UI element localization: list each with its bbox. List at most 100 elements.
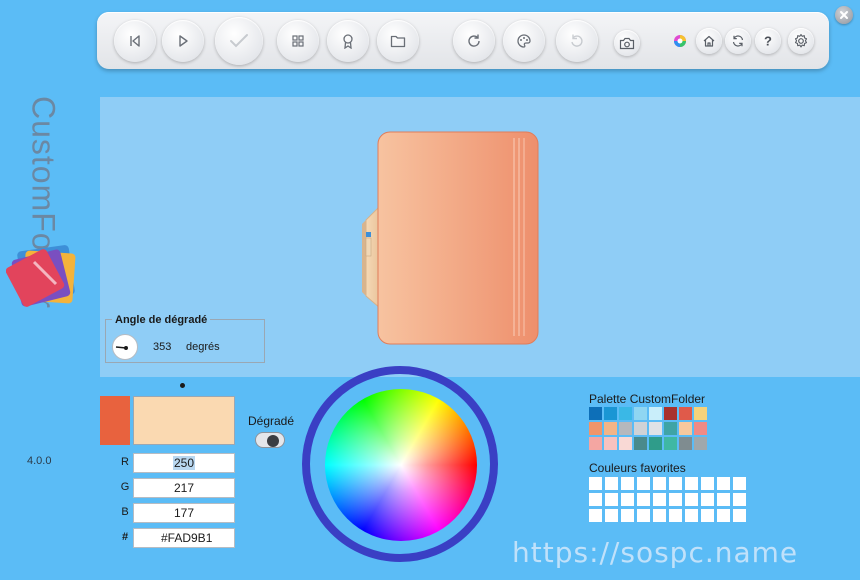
palette-color-cell[interactable] xyxy=(604,407,617,420)
palette-button[interactable] xyxy=(503,20,545,62)
palette-color-cell[interactable] xyxy=(604,437,617,450)
refresh-button[interactable] xyxy=(453,20,495,62)
app-version: 4.0.0 xyxy=(27,455,52,467)
screenshot-button[interactable] xyxy=(614,30,640,56)
palette-color-cell[interactable] xyxy=(694,422,707,435)
favorite-color-cell[interactable] xyxy=(589,509,602,522)
favorite-color-cell[interactable] xyxy=(621,477,634,490)
settings-icon xyxy=(794,33,808,48)
grid-button[interactable] xyxy=(277,20,319,62)
home-icon xyxy=(703,35,715,47)
palette-color-cell[interactable] xyxy=(589,422,602,435)
favorites-title: Couleurs favorites xyxy=(589,461,686,475)
play-button[interactable] xyxy=(162,20,204,62)
palette-color-cell[interactable] xyxy=(694,437,707,450)
open-folder-button[interactable] xyxy=(377,20,419,62)
favorite-color-cell[interactable] xyxy=(669,493,682,506)
palette-color-cell[interactable] xyxy=(679,422,692,435)
app-logo-icon xyxy=(6,245,76,307)
favorite-color-cell[interactable] xyxy=(605,509,618,522)
settings-button[interactable] xyxy=(788,28,814,54)
favorite-color-cell[interactable] xyxy=(717,493,730,506)
undo-button[interactable] xyxy=(556,20,598,62)
gradient-angle-value[interactable]: 353 xyxy=(153,341,171,353)
palette-color-cell[interactable] xyxy=(619,422,632,435)
gradient-toggle-knob xyxy=(267,435,279,447)
help-button[interactable]: ? xyxy=(755,28,781,54)
blue-input[interactable]: 177 xyxy=(133,503,235,523)
palette-color-cell[interactable] xyxy=(664,407,677,420)
green-input[interactable]: 217 xyxy=(133,478,235,498)
palette-color-cell[interactable] xyxy=(619,407,632,420)
palette-color-cell[interactable] xyxy=(694,407,707,420)
palette-color-cell[interactable] xyxy=(679,437,692,450)
hex-input[interactable]: #FAD9B1 xyxy=(133,528,235,548)
palette-color-cell[interactable] xyxy=(664,437,677,450)
favorite-color-cell[interactable] xyxy=(701,477,714,490)
favorite-color-cell[interactable] xyxy=(605,493,618,506)
close-icon xyxy=(840,11,848,19)
palette-color-cell[interactable] xyxy=(634,437,647,450)
green-label: G xyxy=(120,481,130,493)
favorite-color-cell[interactable] xyxy=(621,493,634,506)
favorite-color-cell[interactable] xyxy=(637,477,650,490)
badge-icon xyxy=(343,34,353,49)
close-button[interactable] xyxy=(835,6,853,24)
favorite-color-cell[interactable] xyxy=(733,509,746,522)
favorite-color-cell[interactable] xyxy=(637,493,650,506)
favorite-color-cell[interactable] xyxy=(653,477,666,490)
gradient-angle-dial[interactable] xyxy=(112,334,138,360)
color-wheel[interactable] xyxy=(325,389,477,541)
new-color-swatch[interactable] xyxy=(133,396,235,445)
previous-button[interactable] xyxy=(114,20,156,62)
palette-color-cell[interactable] xyxy=(679,407,692,420)
palette-color-cell[interactable] xyxy=(649,422,662,435)
svg-text:?: ? xyxy=(764,34,772,48)
favorite-color-cell[interactable] xyxy=(653,509,666,522)
favorite-color-cell[interactable] xyxy=(669,477,682,490)
palette-color-cell[interactable] xyxy=(589,437,602,450)
favorites-grid xyxy=(589,477,746,522)
palette-color-cell[interactable] xyxy=(604,422,617,435)
toolbar: ? xyxy=(97,12,829,69)
current-color-swatch[interactable] xyxy=(100,396,130,445)
palette-color-cell[interactable] xyxy=(634,422,647,435)
favorite-color-cell[interactable] xyxy=(605,477,618,490)
favorite-color-cell[interactable] xyxy=(621,509,634,522)
palette-color-cell[interactable] xyxy=(634,407,647,420)
favorite-color-cell[interactable] xyxy=(717,509,730,522)
palette-color-cell[interactable] xyxy=(664,422,677,435)
palette-color-cell[interactable] xyxy=(649,407,662,420)
favorite-color-cell[interactable] xyxy=(685,509,698,522)
check-icon xyxy=(230,34,248,48)
favorite-color-cell[interactable] xyxy=(701,493,714,506)
help-icon: ? xyxy=(764,34,772,48)
favorite-color-cell[interactable] xyxy=(669,509,682,522)
favorite-color-cell[interactable] xyxy=(717,477,730,490)
favorite-color-cell[interactable] xyxy=(589,477,602,490)
favorite-color-cell[interactable] xyxy=(685,477,698,490)
palette-color-cell[interactable] xyxy=(589,407,602,420)
undo-icon xyxy=(571,34,583,47)
apply-button[interactable] xyxy=(215,17,263,65)
favorite-color-cell[interactable] xyxy=(701,509,714,522)
red-label: R xyxy=(121,456,129,468)
palette-title: Palette CustomFolder xyxy=(589,392,706,406)
color-wheel-button[interactable] xyxy=(667,28,693,54)
favorite-color-cell[interactable] xyxy=(589,493,602,506)
favorite-color-cell[interactable] xyxy=(733,477,746,490)
sync-icon xyxy=(732,35,744,47)
sync-button[interactable] xyxy=(725,28,751,54)
refresh-icon xyxy=(468,34,480,47)
favorite-color-cell[interactable] xyxy=(637,509,650,522)
favorite-color-cell[interactable] xyxy=(685,493,698,506)
favorite-color-cell[interactable] xyxy=(653,493,666,506)
palette-color-cell[interactable] xyxy=(649,437,662,450)
badge-button[interactable] xyxy=(327,20,369,62)
red-input[interactable]: 250 xyxy=(133,453,235,473)
gradient-toggle-label: Dégradé xyxy=(248,414,295,428)
favorite-color-cell[interactable] xyxy=(733,493,746,506)
palette-color-cell[interactable] xyxy=(619,437,632,450)
red-value: 250 xyxy=(172,456,196,470)
home-button[interactable] xyxy=(696,28,722,54)
